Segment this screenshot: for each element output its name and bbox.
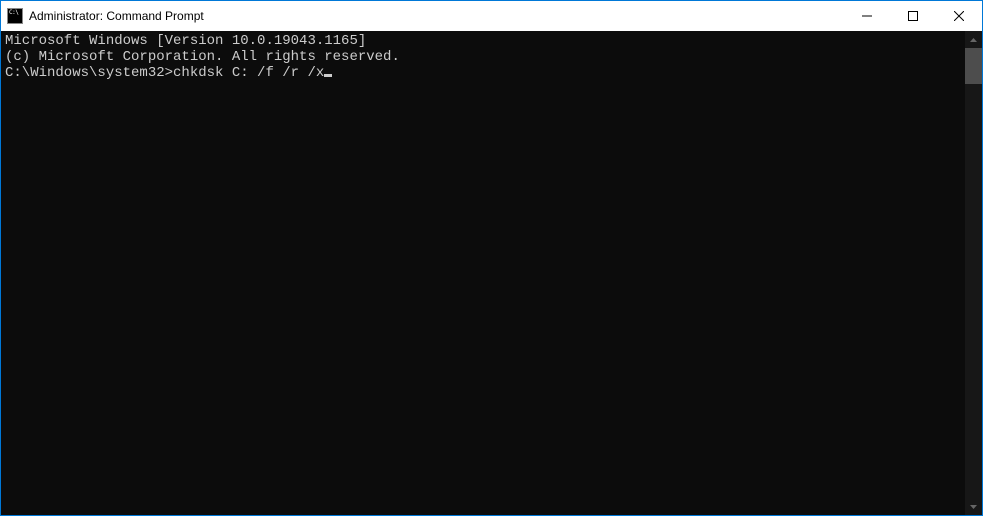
terminal-area: Microsoft Windows [Version 10.0.19043.11…: [1, 31, 982, 515]
command-text: chkdsk C: /f /r /x: [173, 65, 324, 81]
scroll-track[interactable]: [965, 48, 982, 498]
close-icon: [954, 11, 964, 21]
titlebar[interactable]: Administrator: Command Prompt: [1, 1, 982, 31]
scroll-up-button[interactable]: [965, 31, 982, 48]
minimize-button[interactable]: [844, 1, 890, 31]
window-controls: [844, 1, 982, 31]
window-title: Administrator: Command Prompt: [29, 9, 204, 23]
version-line: Microsoft Windows [Version 10.0.19043.11…: [5, 33, 961, 49]
prompt-text: C:\Windows\system32>: [5, 65, 173, 81]
command-prompt-window: Administrator: Command Prompt Microsoft: [0, 0, 983, 516]
prompt-line: C:\Windows\system32>chkdsk C: /f /r /x: [5, 65, 961, 81]
minimize-icon: [862, 11, 872, 21]
scroll-down-button[interactable]: [965, 498, 982, 515]
terminal-output[interactable]: Microsoft Windows [Version 10.0.19043.11…: [1, 31, 965, 515]
maximize-button[interactable]: [890, 1, 936, 31]
scroll-thumb[interactable]: [965, 48, 982, 84]
vertical-scrollbar[interactable]: [965, 31, 982, 515]
app-icon: [7, 8, 23, 24]
cursor: [324, 74, 332, 77]
maximize-icon: [908, 11, 918, 21]
copyright-line: (c) Microsoft Corporation. All rights re…: [5, 49, 961, 65]
close-button[interactable]: [936, 1, 982, 31]
chevron-up-icon: [970, 38, 977, 42]
chevron-down-icon: [970, 505, 977, 509]
